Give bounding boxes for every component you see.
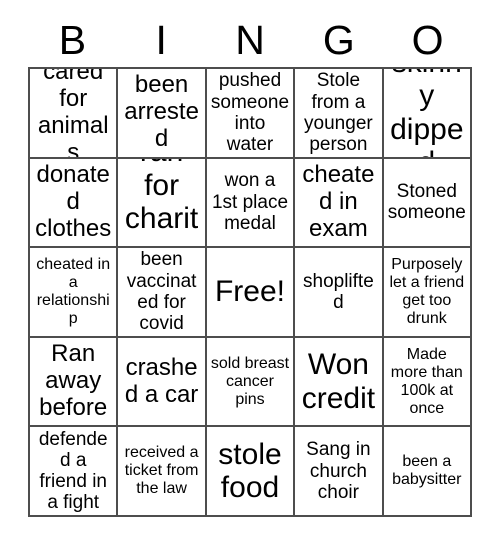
bingo-cell-o3[interactable]: Purposely let a friend get too drunk — [383, 248, 472, 338]
bingo-grid: cared for animals been arrested pushed s… — [28, 67, 472, 517]
bingo-card: B I N G O cared for animals been arreste… — [0, 0, 500, 544]
bingo-cell-o1[interactable]: skinny dipped — [383, 69, 472, 159]
bingo-cell-label: Stole from a younger person — [304, 70, 373, 156]
bingo-cell-n2[interactable]: won a 1st place medal — [206, 158, 296, 249]
bingo-cell-label: Sang in church choir — [306, 439, 371, 503]
bingo-cell-label: Ran away before — [39, 340, 108, 422]
bingo-cell-o5[interactable]: been a babysitter — [383, 427, 472, 517]
bingo-cell-b4[interactable]: Ran away before — [30, 337, 119, 428]
bingo-cell-label: been a babysitter — [392, 453, 462, 489]
bingo-cell-label: Purposely let a friend get too drunk — [389, 256, 465, 327]
bingo-cell-label: won a 1st place medal — [211, 170, 289, 235]
bingo-cell-label: been vaccinated for covid — [126, 249, 197, 335]
header-letter-n: N — [235, 17, 265, 63]
bingo-cell-i5[interactable]: received a ticket from the law — [118, 427, 207, 517]
bingo-cell-i1[interactable]: been arrested — [118, 69, 207, 159]
free-space-label: Free! — [214, 275, 285, 309]
bingo-cell-n4[interactable]: sold breast cancer pins — [206, 337, 296, 428]
bingo-cell-n5[interactable]: stole food — [206, 427, 296, 517]
bingo-cell-label: stole food — [218, 437, 282, 505]
bingo-cell-label: Stoned someone — [387, 181, 466, 224]
bingo-cell-label: Won credit — [301, 348, 376, 415]
bingo-cell-label: ran for charity — [124, 159, 199, 247]
bingo-cell-label: cheated in a relationship — [36, 256, 111, 327]
bingo-cell-o2[interactable]: Stoned someone — [383, 158, 472, 249]
header-letter-o: O — [411, 17, 444, 63]
bingo-cell-o4[interactable]: Made more than 100k at once — [383, 337, 472, 428]
bingo-cell-g5[interactable]: Sang in church choir — [295, 427, 384, 517]
bingo-cell-label: donated clothes — [35, 161, 112, 242]
bingo-cell-i4[interactable]: crashed a car — [118, 337, 207, 428]
bingo-cell-label: crashed a car — [124, 353, 199, 408]
bingo-cell-label: defended a friend in a fight — [38, 428, 108, 514]
bingo-cell-g1[interactable]: Stole from a younger person — [295, 69, 384, 159]
bingo-cell-i2[interactable]: ran for charity — [118, 158, 207, 249]
bingo-cell-i3[interactable]: been vaccinated for covid — [118, 248, 207, 338]
bingo-cell-label: been arrested — [124, 71, 199, 153]
bingo-cell-g2[interactable]: cheated in exam — [295, 158, 384, 249]
bingo-cell-b1[interactable]: cared for animals — [30, 69, 119, 159]
bingo-cell-b5[interactable]: defended a friend in a fight — [30, 427, 119, 517]
bingo-header-row: B I N G O — [28, 14, 472, 67]
bingo-cell-g3[interactable]: shoplifted — [295, 248, 384, 338]
bingo-cell-b2[interactable]: donated clothes — [30, 158, 119, 249]
bingo-cell-label: sold breast cancer pins — [210, 354, 290, 408]
bingo-cell-n1[interactable]: pushed someone into water — [206, 69, 296, 159]
header-letter-i: I — [155, 17, 167, 63]
bingo-cell-free-space[interactable]: Free! — [206, 248, 296, 338]
header-letter-b: B — [58, 17, 87, 63]
bingo-cell-label: Made more than 100k at once — [390, 345, 463, 417]
header-letter-g: G — [322, 17, 355, 63]
bingo-cell-label: received a ticket from the law — [124, 444, 199, 498]
bingo-cell-b3[interactable]: cheated in a relationship — [30, 248, 119, 338]
bingo-cell-label: cared for animals — [37, 69, 109, 159]
bingo-cell-label: cheated in exam — [302, 161, 375, 242]
bingo-cell-label: skinny dipped — [390, 69, 464, 157]
bingo-cell-label: shoplifted — [303, 270, 374, 313]
bingo-cell-g4[interactable]: Won credit — [295, 337, 384, 428]
bingo-cell-label: pushed someone into water — [210, 70, 290, 156]
